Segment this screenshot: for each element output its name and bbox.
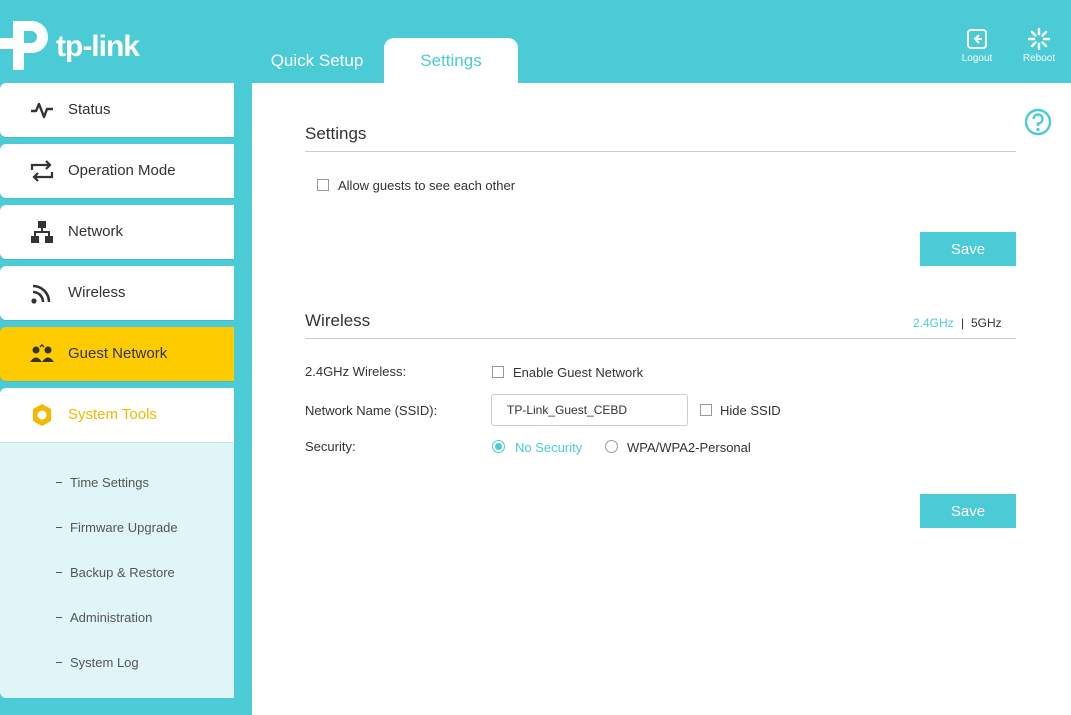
submenu-item-label: System Log [70,655,139,670]
wireless-save-button[interactable]: Save [920,494,1016,528]
sidebar-item-label: Network [68,223,124,240]
settings-save-button[interactable]: Save [920,232,1016,266]
band-separator: | [961,316,965,330]
wireless-section-title: Wireless [305,311,371,330]
reboot-icon [1028,28,1050,50]
main-panel: Settings Allow guests to see each other … [252,83,1071,715]
sidebar-item-label: Wireless [68,284,126,301]
header: tp-link Quick Setup Settings Logout Rebo… [0,0,1071,83]
logout-icon [967,29,987,49]
allow-guests-checkbox[interactable] [317,179,329,191]
sidebar-item-label: Status [68,101,111,118]
hide-ssid-label: Hide SSID [720,403,781,418]
security-field-label: Security: [305,439,356,454]
help-icon[interactable] [1024,108,1052,136]
reboot-label: Reboot [1022,53,1056,64]
ssid-field-label: Network Name (SSID): [305,403,438,418]
submenu-item-backup-restore[interactable]: Backup & Restore [0,550,234,595]
wpa-personal-radio[interactable] [605,440,618,453]
settings-section-title: Settings [305,124,367,143]
tp-link-logo-icon [0,21,48,70]
hide-ssid-checkbox[interactable] [700,404,712,416]
gear-icon [33,404,51,426]
system-tools-submenu: Time Settings Firmware Upgrade Backup & … [0,442,234,698]
enable-guest-network-label: Enable Guest Network [513,365,644,380]
sidebar-item-operation-mode[interactable]: Operation Mode [0,144,234,198]
wireless-field-label: 2.4GHz Wireless: [305,364,407,379]
divider [305,338,1016,339]
submenu-item-label: Time Settings [70,475,149,490]
brand-name: tp-link [56,30,140,63]
allow-guests-label: Allow guests to see each other [338,178,516,193]
sidebar-item-guest-network[interactable]: Guest Network [0,327,234,381]
tab-settings[interactable]: Settings [384,38,518,83]
sidebar: Status Operation Mode Network Wireless G… [0,83,234,698]
dash-icon [56,662,62,663]
dash-icon [56,527,62,528]
dash-icon [56,482,62,483]
submenu-item-label: Firmware Upgrade [70,520,178,535]
guest-network-icon [30,343,54,362]
submenu-item-time-settings[interactable]: Time Settings [0,460,234,505]
dash-icon [56,572,62,573]
network-icon [31,221,53,243]
tab-quick-setup[interactable]: Quick Setup [252,38,382,83]
status-pulse-icon [31,102,53,119]
operation-mode-icon [30,160,54,182]
enable-guest-network-checkbox[interactable] [492,366,504,378]
logout-label: Logout [961,53,993,64]
sidebar-item-label: Guest Network [68,345,168,362]
submenu-item-firmware-upgrade[interactable]: Firmware Upgrade [0,505,234,550]
divider [305,151,1016,152]
dash-icon [56,617,62,618]
logout-button[interactable]: Logout [952,28,1002,68]
sidebar-item-label: Operation Mode [68,162,176,179]
sidebar-item-label: System Tools [68,406,157,423]
wireless-icon [31,284,51,304]
submenu-item-administration[interactable]: Administration [0,595,234,640]
submenu-item-label: Administration [70,610,153,625]
reboot-button[interactable]: Reboot [1014,28,1064,68]
submenu-item-label: Backup & Restore [70,565,175,580]
no-security-radio[interactable] [492,440,505,453]
sidebar-item-wireless[interactable]: Wireless [0,266,234,320]
band-5ghz-link[interactable]: 5GHz [971,316,1002,330]
submenu-item-system-log[interactable]: System Log [0,640,234,685]
sidebar-item-network[interactable]: Network [0,205,234,259]
tp-link-logo[interactable]: tp-link [0,16,145,72]
band-2-4ghz-link[interactable]: 2.4GHz [913,316,954,330]
sidebar-item-status[interactable]: Status [0,83,234,137]
wpa-personal-label: WPA/WPA2-Personal [627,440,751,455]
no-security-label: No Security [515,440,583,455]
ssid-input[interactable] [491,394,688,426]
sidebar-item-system-tools[interactable]: System Tools [0,388,234,442]
